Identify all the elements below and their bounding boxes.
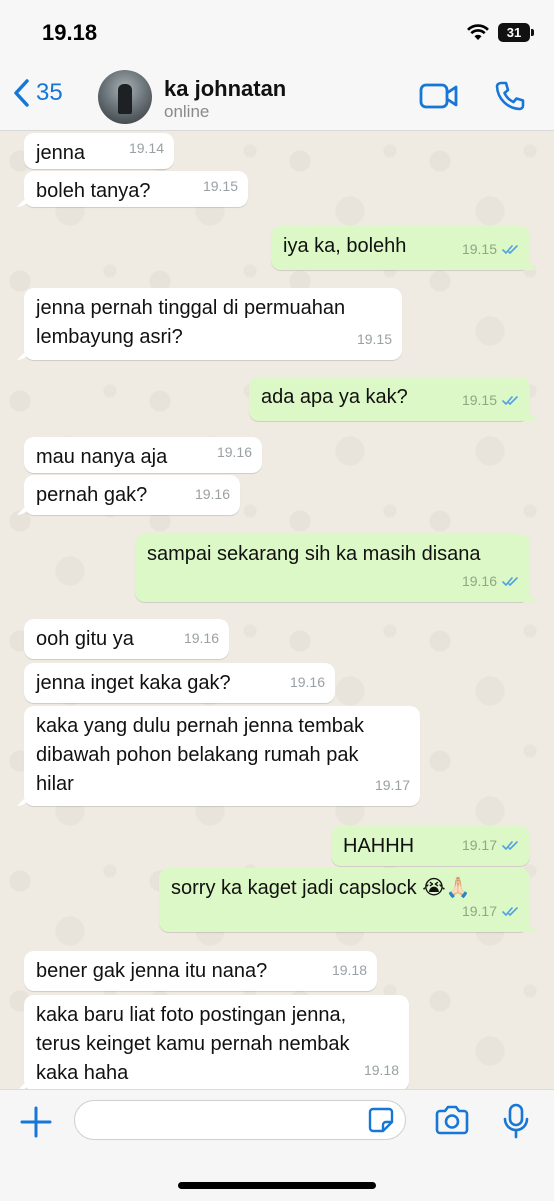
read-ticks-icon [502,396,518,405]
back-chevron-icon [14,79,29,107]
message-meta: 19.17 [375,771,410,800]
input-bar [0,1089,554,1201]
incoming-message[interactable]: jenna inget kaka gak? 19.16 [24,663,335,703]
message-list[interactable]: jenna 19.14 boleh tanya? 19.15 iya ka, boleh… [0,131,554,1089]
sticker-icon[interactable] [368,1107,394,1133]
incoming-message[interactable]: kaka baru liat foto postingan jenna, ter… [24,995,409,1089]
home-indicator [178,1182,376,1189]
message-time: 19.16 [194,486,230,502]
phone-icon[interactable] [494,80,526,112]
message-time: 19.15 [461,241,497,257]
read-ticks-icon [502,245,518,254]
message-meta: 19.16 [184,624,219,653]
outgoing-message[interactable]: ada apa ya kak? 19.15 [249,377,530,421]
message-time: 19.17 [374,777,410,793]
wifi-icon [467,24,489,40]
message-text: kaka yang dulu pernah jenna tembak dibaw… [36,715,365,795]
message-meta: 19.16 [462,567,520,596]
message-meta: 19.16 [290,668,325,697]
status-bar: 19.18 31 [0,0,554,64]
message-meta: 19.16 [195,480,230,509]
message-text: bener gak jenna itu nana? [36,960,268,982]
read-ticks-icon [502,577,518,586]
message-time: 19.16 [216,444,252,460]
message-time: 19.15 [356,331,392,347]
message-meta: 19.17 [462,897,520,926]
incoming-message[interactable]: pernah gak? 19.16 [24,475,240,515]
message-time: 19.17 [461,903,497,919]
outgoing-message[interactable]: iya ka, bolehh 19.15 [271,226,530,270]
incoming-message[interactable]: ooh gitu ya 19.16 [24,619,229,659]
back-button[interactable]: 35 [12,78,63,108]
message-input[interactable] [74,1100,406,1140]
battery-indicator: 31 [498,23,530,42]
video-call-icon[interactable] [419,83,459,109]
message-text: sampai sekarang sih ka masih disana [147,543,481,565]
battery-tip [531,29,534,36]
camera-icon[interactable] [434,1105,470,1135]
message-time: 19.16 [183,630,219,646]
message-time: 19.18 [363,1062,399,1078]
outgoing-message[interactable]: HAHHH 19.17 [331,826,530,866]
message-time: 19.18 [331,962,367,978]
message-time: 19.15 [202,178,238,194]
incoming-message[interactable]: jenna 19.14 [24,133,174,169]
message-time: 19.15 [461,392,497,408]
message-text: kaka baru liat foto postingan jenna, ter… [36,1004,350,1084]
incoming-message[interactable]: bener gak jenna itu nana? 19.18 [24,951,377,991]
chat-header: 35 ka johnatan online [0,64,554,131]
read-ticks-icon [502,841,518,850]
message-meta: 19.15 [462,235,520,264]
avatar[interactable] [98,70,152,124]
plus-icon[interactable] [20,1106,52,1138]
message-meta: 19.14 [129,134,164,163]
mic-icon[interactable] [503,1103,529,1139]
read-ticks-icon [502,907,518,916]
message-meta: 19.16 [217,438,252,467]
status-time: 19.18 [42,20,98,45]
outgoing-message[interactable]: sorry ka kaget jadi capslock 😭🙏🏻 19.17 [159,868,530,932]
incoming-message[interactable]: mau nanya aja 19.16 [24,437,262,473]
message-time: 19.14 [128,140,164,156]
message-time: 19.16 [461,573,497,589]
incoming-message[interactable]: boleh tanya? 19.15 [24,171,248,207]
message-text: jenna inget kaka gak? [36,672,231,694]
message-text: jenna pernah tinggal di permuahan lembay… [36,297,346,348]
message-meta: 19.17 [462,831,520,860]
message-meta: 19.18 [364,1056,399,1085]
contact-status: online [164,102,210,121]
message-time: 19.17 [461,837,497,853]
contact-name[interactable]: ka johnatan [164,76,286,102]
message-meta: 19.15 [203,172,238,201]
incoming-message[interactable]: jenna pernah tinggal di permuahan lembay… [24,288,402,360]
message-meta: 19.18 [332,956,367,985]
message-meta: 19.15 [462,386,520,415]
message-time: 19.16 [289,674,325,690]
message-meta: 19.15 [357,325,392,354]
incoming-message[interactable]: kaka yang dulu pernah jenna tembak dibaw… [24,706,420,806]
outgoing-message[interactable]: sampai sekarang sih ka masih disana 19.16 [135,534,530,602]
unread-count: 35 [36,79,63,106]
